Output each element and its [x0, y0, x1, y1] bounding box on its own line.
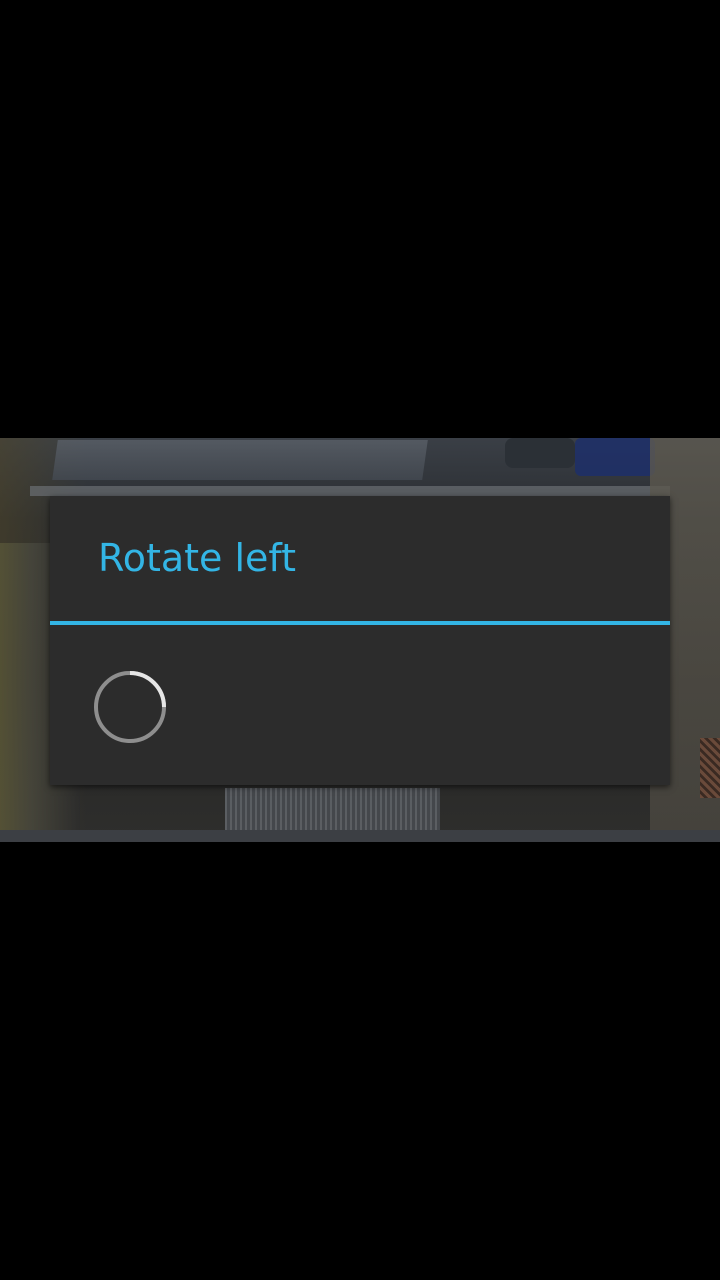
title-divider	[50, 621, 670, 625]
photo-detail-shelf	[30, 486, 670, 496]
photo-detail-blue-object	[575, 438, 655, 476]
photo-detail-right-object	[700, 738, 720, 798]
photo-detail-strip	[0, 830, 720, 842]
progress-dialog: Rotate left	[50, 496, 670, 785]
photo-detail-object	[505, 438, 575, 468]
progress-spinner-icon	[94, 671, 166, 743]
photo-detail-box	[52, 440, 428, 480]
screen: Rotate left	[0, 0, 720, 1280]
dialog-title: Rotate left	[98, 536, 297, 580]
